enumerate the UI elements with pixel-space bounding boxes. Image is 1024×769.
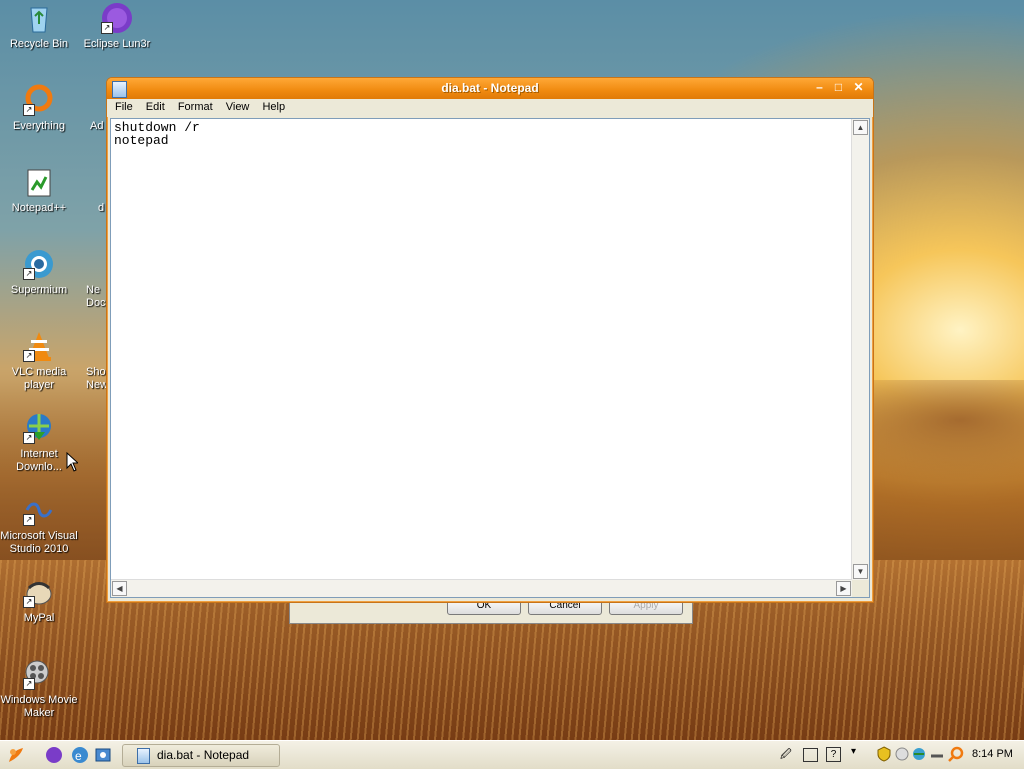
visual-studio-icon: ↗ — [23, 494, 55, 526]
scrollbar-corner — [852, 580, 869, 597]
svg-text:e: e — [75, 749, 82, 763]
keyboard-tray-icon[interactable] — [803, 748, 818, 762]
start-menu-icon[interactable] — [6, 745, 26, 765]
idm-icon: ↗ — [23, 412, 55, 444]
desktop-icon-label: Microsoft Visual Studio 2010 — [0, 530, 78, 555]
desktop-icon-everything[interactable]: ↗ Everything — [0, 84, 78, 133]
help-tray-icon[interactable]: ? — [826, 747, 841, 762]
window-title: dia.bat - Notepad — [441, 81, 539, 95]
everything-icon: ↗ — [23, 84, 55, 116]
title-bar[interactable]: dia.bat - Notepad – □ ✕ — [107, 78, 873, 99]
shortcut-arrow-icon: ↗ — [23, 432, 35, 444]
menu-format[interactable]: Format — [173, 99, 218, 113]
notepad-task-icon — [137, 748, 150, 764]
shortcut-arrow-icon: ↗ — [23, 350, 35, 362]
desktop-icon-notepadpp[interactable]: Notepad++ — [0, 166, 78, 215]
shortcut-arrow-icon: ↗ — [23, 104, 35, 116]
close-icon[interactable]: ✕ — [850, 80, 867, 96]
desktop-icon-visual-studio[interactable]: ↗ Microsoft Visual Studio 2010 — [0, 494, 78, 556]
pen-tray-icon[interactable]: 🖉 — [780, 746, 796, 762]
ie-quicklaunch-icon[interactable]: e — [70, 745, 90, 765]
desktop-icon-label: MyPal — [23, 612, 55, 624]
desktop-icon-label: VLC media player — [11, 366, 67, 391]
desktop-icon-label: Recycle Bin — [9, 38, 69, 50]
desktop-icon-movie-maker[interactable]: ↗ Windows Movie Maker — [0, 658, 78, 720]
menu-view[interactable]: View — [221, 99, 255, 113]
recycle-bin-icon — [23, 2, 55, 34]
movie-maker-icon: ↗ — [23, 658, 55, 690]
editor-content[interactable]: shutdown /r notepad — [114, 121, 849, 577]
desktop-icon-label: Supermium — [10, 284, 68, 296]
eclipse-icon: ↗ — [101, 2, 133, 34]
globe-tray-icon[interactable] — [911, 746, 927, 762]
vlc-icon: ↗ — [23, 330, 55, 362]
search-tray-icon[interactable] — [948, 746, 964, 762]
taskbar-clock[interactable]: 8:14 PM — [972, 748, 1013, 760]
shortcut-arrow-icon: ↗ — [23, 678, 35, 690]
horizontal-scrollbar[interactable]: ◀ ▶ — [111, 579, 852, 597]
scroll-left-icon[interactable]: ◀ — [112, 581, 127, 596]
menu-file[interactable]: File — [110, 99, 138, 113]
mouse-cursor-icon — [66, 452, 78, 472]
network-tray-icon[interactable] — [894, 746, 910, 762]
desktop-quicklaunch-icon[interactable] — [93, 745, 113, 765]
desktop-icon-label: Eclipse Lun3r — [83, 38, 151, 50]
notepadpp-icon — [23, 166, 55, 198]
desktop-icon-label: Everything — [13, 120, 65, 132]
maximize-icon[interactable]: □ — [830, 80, 847, 96]
taskbar: e dia.bat - Notepad 🖉 ? ▾ 8:14 PM — [0, 740, 1024, 769]
desktop-icon-supermium[interactable]: ↗ Supermium — [0, 248, 78, 297]
minimize-icon[interactable]: – — [811, 80, 828, 96]
desktop-icon-label: Windows Movie Maker — [0, 694, 78, 719]
text-editor[interactable]: shutdown /r notepad ▲ ▼ ◀ ▶ — [110, 118, 870, 598]
desktop-icon-mypal[interactable]: ↗ MyPal — [0, 576, 78, 625]
scroll-up-icon[interactable]: ▲ — [853, 120, 868, 135]
shortcut-arrow-icon: ↗ — [23, 596, 35, 608]
desktop-icon-eclipse[interactable]: ↗ Eclipse Lun3r — [78, 2, 156, 51]
scroll-right-icon[interactable]: ▶ — [836, 581, 851, 596]
scroll-down-icon[interactable]: ▼ — [853, 564, 868, 579]
shield-tray-icon[interactable] — [876, 746, 892, 762]
vertical-scrollbar[interactable]: ▲ ▼ — [851, 119, 869, 580]
connection-tray-icon[interactable] — [929, 746, 945, 762]
shortcut-arrow-icon: ↗ — [23, 514, 35, 526]
eclipse-quicklaunch-icon[interactable] — [44, 745, 64, 765]
show-hidden-tray-icon[interactable]: ▾ — [851, 746, 867, 762]
taskbar-button-notepad[interactable]: dia.bat - Notepad — [122, 744, 280, 767]
mypal-icon: ↗ — [23, 576, 55, 608]
supermium-icon: ↗ — [23, 248, 55, 280]
notepad-window: dia.bat - Notepad – □ ✕ File Edit Format… — [106, 77, 874, 603]
desktop-icon-recycle-bin[interactable]: Recycle Bin — [0, 2, 78, 51]
desktop-icon-label: Notepad++ — [11, 202, 67, 214]
menu-bar: File Edit Format View Help — [107, 99, 873, 117]
menu-help[interactable]: Help — [257, 99, 290, 113]
desktop-icon-vlc[interactable]: ↗ VLC media player — [0, 330, 78, 392]
taskbar-button-label: dia.bat - Notepad — [157, 748, 250, 762]
menu-edit[interactable]: Edit — [141, 99, 170, 113]
shortcut-arrow-icon: ↗ — [23, 268, 35, 280]
shortcut-arrow-icon: ↗ — [101, 22, 113, 34]
